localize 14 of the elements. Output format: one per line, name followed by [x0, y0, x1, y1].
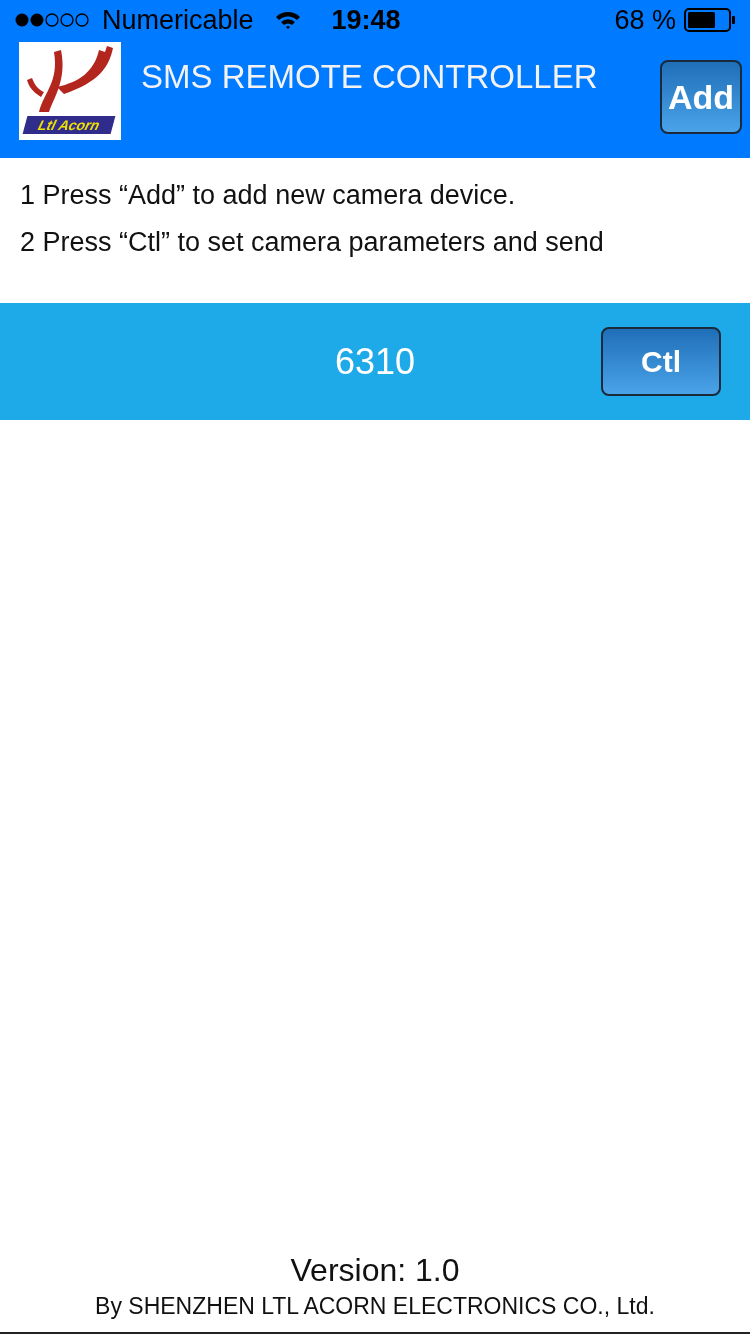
battery-percent: 68 %	[614, 4, 676, 36]
add-button[interactable]: Add	[660, 60, 742, 134]
device-row[interactable]: 6310 Ctl	[0, 303, 750, 420]
app-title: SMS REMOTE CONTROLLER	[141, 58, 599, 96]
company-text: By SHENZHEN LTL ACORN ELECTRONICS CO., Ltd.	[95, 1293, 655, 1320]
carrier-name: Numericable	[102, 4, 254, 36]
battery-icon	[684, 8, 736, 32]
instruction-text: 2 Press “Ctl” to set camera parameters and send	[20, 227, 605, 258]
version-text: Version: 1.0	[290, 1252, 460, 1289]
device-name: 6310	[334, 340, 416, 383]
control-button[interactable]: Ctl	[601, 327, 721, 396]
status-time: 19:48	[331, 4, 401, 36]
instruction-text: 1 Press “Add” to add new camera device.	[20, 180, 517, 211]
app-logo: Ltl Acorn	[19, 42, 121, 140]
